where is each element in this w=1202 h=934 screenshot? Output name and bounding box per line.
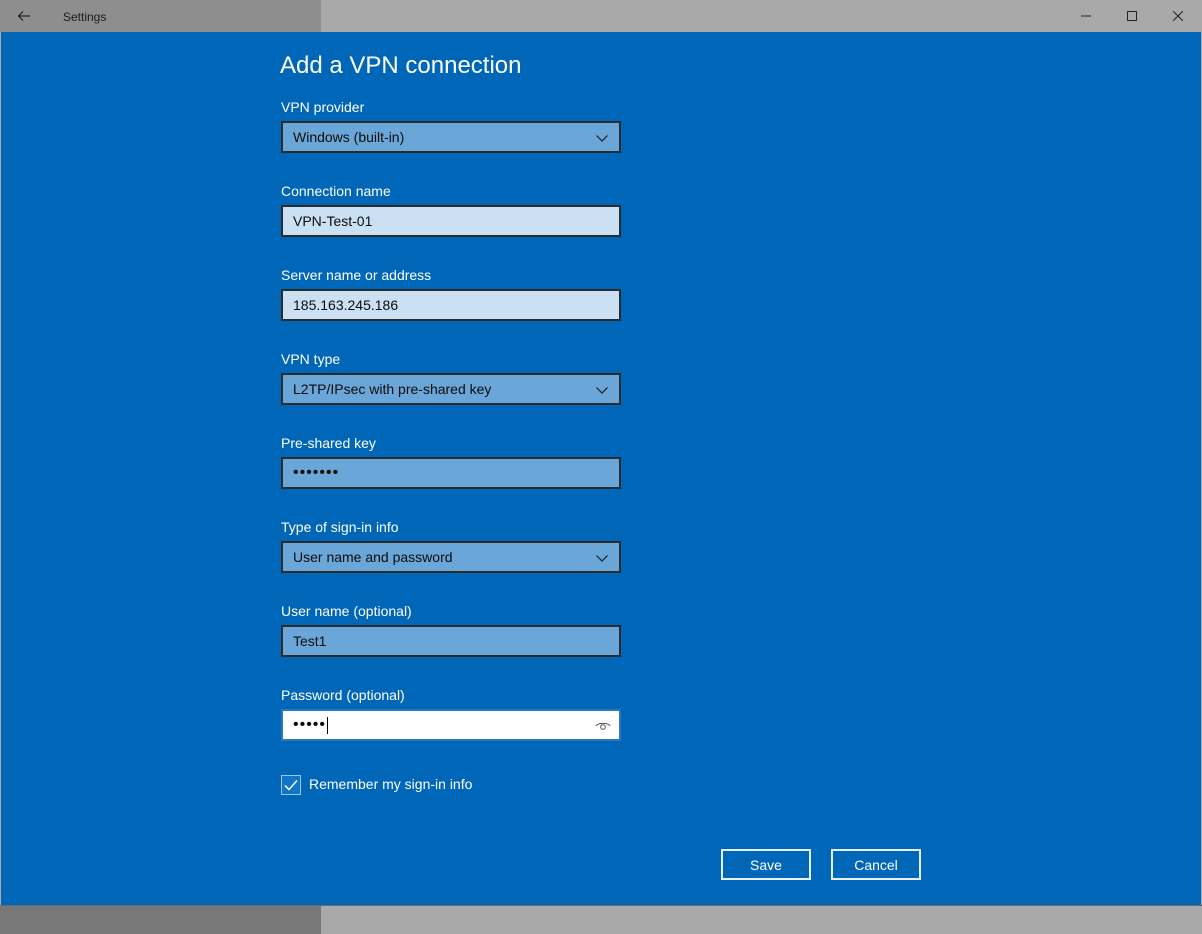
close-icon <box>1173 11 1183 21</box>
connection-name-value: VPN-Test-01 <box>293 213 373 229</box>
background-blur <box>0 0 321 32</box>
connection-name-label: Connection name <box>281 183 391 199</box>
vpn-provider-value: Windows (built-in) <box>293 129 405 145</box>
user-name-input[interactable]: Test1 <box>281 625 621 657</box>
close-button[interactable] <box>1155 0 1201 32</box>
remember-label[interactable]: Remember my sign-in info <box>309 776 472 792</box>
pre-shared-key-value: ••••••• <box>293 464 340 481</box>
back-button[interactable] <box>8 4 40 28</box>
user-name-label: User name (optional) <box>281 603 412 619</box>
cancel-button[interactable]: Cancel <box>831 849 921 880</box>
text-caret <box>327 716 329 734</box>
vpn-type-dropdown[interactable]: L2TP/IPsec with pre-shared key <box>281 373 621 405</box>
eye-icon[interactable] <box>595 719 611 733</box>
password-label: Password (optional) <box>281 687 405 703</box>
vpn-type-label: VPN type <box>281 351 341 367</box>
dialog-heading: Add a VPN connection <box>280 52 522 79</box>
vpn-type-value: L2TP/IPsec with pre-shared key <box>293 381 492 397</box>
connection-name-input[interactable]: VPN-Test-01 <box>281 205 621 237</box>
vpn-provider-dropdown[interactable]: Windows (built-in) <box>281 121 621 153</box>
chevron-down-icon <box>596 135 608 142</box>
remember-checkbox[interactable] <box>281 775 301 795</box>
vpn-provider-label: VPN provider <box>281 99 365 115</box>
chevron-down-icon <box>596 555 608 562</box>
password-input[interactable]: ••••• <box>281 709 621 741</box>
user-name-value: Test1 <box>293 633 327 649</box>
minimize-icon <box>1081 15 1091 17</box>
sign-in-type-dropdown[interactable]: User name and password <box>281 541 621 573</box>
chevron-down-icon <box>596 387 608 394</box>
minimize-button[interactable] <box>1063 0 1109 32</box>
server-address-label: Server name or address <box>281 267 432 283</box>
maximize-icon <box>1127 11 1137 21</box>
password-value: ••••• <box>293 716 327 733</box>
back-arrow-icon <box>17 11 30 21</box>
server-address-value: 185.163.245.186 <box>293 297 399 313</box>
save-button[interactable]: Save <box>721 849 811 880</box>
pre-shared-key-label: Pre-shared key <box>281 435 376 451</box>
background-strip <box>0 905 1202 934</box>
title-bar: Settings <box>0 0 1202 32</box>
sign-in-type-label: Type of sign-in info <box>281 519 399 535</box>
checkmark-icon <box>284 780 298 791</box>
maximize-button[interactable] <box>1109 0 1155 32</box>
window-title: Settings <box>63 10 107 24</box>
pre-shared-key-input[interactable]: ••••••• <box>281 457 621 489</box>
sign-in-type-value: User name and password <box>293 549 453 565</box>
server-address-input[interactable]: 185.163.245.186 <box>281 289 621 321</box>
